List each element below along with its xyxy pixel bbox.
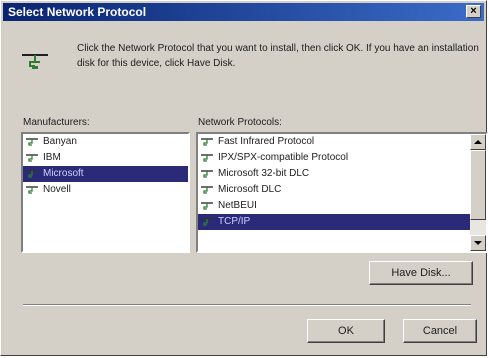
network-protocol-icon: [22, 54, 48, 69]
protocol-icon: [201, 202, 213, 210]
protocol-icon: [26, 154, 38, 162]
separator: [23, 304, 471, 306]
manufacturer-item[interactable]: Novell: [23, 182, 188, 198]
instruction-text: Click the Network Protocol that you want…: [77, 43, 479, 69]
list-item-label: NetBEUI: [218, 200, 257, 211]
manufacturer-item[interactable]: Microsoft: [23, 166, 188, 182]
network-protocols-list[interactable]: Fast Infrared Protocol IPX/SPX-compatible…: [196, 132, 488, 253]
close-icon: ×: [470, 5, 477, 17]
protocol-icon: [201, 138, 213, 146]
have-disk-button[interactable]: Have Disk...: [369, 261, 473, 285]
protocol-icon: [26, 138, 38, 146]
protocol-item[interactable]: NetBEUI: [198, 198, 486, 214]
protocol-icon: [201, 186, 213, 194]
scroll-thumb[interactable]: [470, 150, 486, 220]
manufacturers-list[interactable]: Banyan IBM Microsoft Novell: [21, 132, 190, 253]
close-button[interactable]: ×: [466, 5, 481, 18]
list-item-label: TCP/IP: [218, 216, 251, 227]
list-item-label: IBM: [43, 152, 61, 163]
manufacturer-item[interactable]: Banyan: [23, 134, 188, 150]
scroll-up-button[interactable]: [470, 134, 486, 150]
list-item-label: IPX/SPX-compatible Protocol: [218, 152, 349, 163]
list-item-label: Fast Infrared Protocol: [218, 136, 315, 147]
window-title: Select Network Protocol: [8, 5, 147, 19]
protocol-icon: [26, 186, 38, 194]
network-protocols-label: Network Protocols:: [198, 117, 282, 128]
arrow-down-icon: [474, 241, 482, 245]
protocol-item[interactable]: IPX/SPX-compatible Protocol: [198, 150, 486, 166]
list-item-label: Novell: [43, 184, 71, 195]
protocol-item[interactable]: Microsoft 32-bit DLC: [198, 166, 486, 182]
protocol-icon: [201, 154, 213, 162]
list-item-label: Banyan: [43, 136, 77, 147]
list-item-label: Microsoft: [43, 168, 84, 179]
protocol-icon: [201, 218, 213, 226]
list-item-label: Microsoft DLC: [218, 184, 282, 195]
manufacturers-label: Manufacturers:: [23, 117, 90, 128]
manufacturer-item[interactable]: IBM: [23, 150, 188, 166]
protocol-icon: [26, 170, 38, 178]
select-network-protocol-dialog: Select Network Protocol × Click the Netw…: [0, 0, 488, 356]
protocol-item[interactable]: TCP/IP: [198, 214, 486, 230]
protocol-item[interactable]: Microsoft DLC: [198, 182, 486, 198]
list-item-label: Microsoft 32-bit DLC: [218, 168, 310, 179]
title-bar[interactable]: Select Network Protocol ×: [3, 3, 484, 21]
ok-button[interactable]: OK: [307, 319, 385, 343]
cancel-button[interactable]: Cancel: [403, 319, 477, 343]
arrow-up-icon: [474, 140, 482, 144]
protocol-icon: [201, 170, 213, 178]
protocols-scrollbar[interactable]: [470, 134, 486, 251]
scroll-down-button[interactable]: [470, 235, 486, 251]
protocol-item[interactable]: Fast Infrared Protocol: [198, 134, 486, 150]
